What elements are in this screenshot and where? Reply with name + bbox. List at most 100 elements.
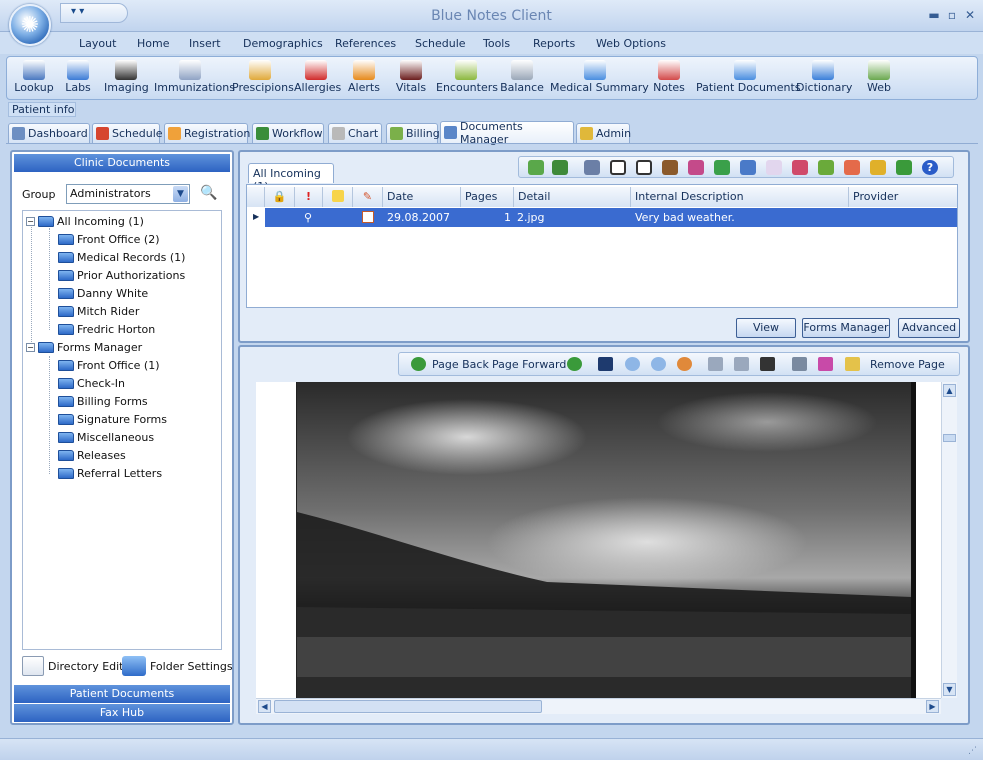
- print-icon[interactable]: [708, 357, 723, 371]
- tree-node[interactable]: Mitch Rider: [58, 302, 139, 320]
- folder-settings-button[interactable]: Folder Settings: [122, 656, 233, 676]
- column-pages[interactable]: Pages: [461, 187, 514, 207]
- note-icon[interactable]: [844, 160, 860, 175]
- tab-registration[interactable]: Registration: [164, 123, 250, 143]
- app-orb-button[interactable]: ✺: [9, 4, 51, 46]
- search-icon[interactable]: 🔍: [200, 185, 218, 203]
- copy-page-icon[interactable]: [792, 357, 807, 371]
- refresh-icon[interactable]: [896, 160, 912, 175]
- books-icon[interactable]: [792, 160, 808, 175]
- tree-node[interactable]: Billing Forms: [58, 392, 148, 410]
- web-button[interactable]: Web: [862, 58, 896, 98]
- alerts-button[interactable]: Alerts: [346, 58, 382, 98]
- forms-manager-button[interactable]: Forms Manager: [802, 318, 890, 338]
- close-button[interactable]: ✕: [962, 8, 978, 22]
- scroll-right-icon[interactable]: ▶: [926, 700, 939, 713]
- scanner-icon[interactable]: [584, 160, 600, 175]
- directory-edit-button[interactable]: Directory Edit: [22, 656, 124, 676]
- medical-summary-button[interactable]: Medical Summary: [550, 58, 649, 98]
- chevron-down-icon[interactable]: ▼: [173, 186, 188, 202]
- import-icon[interactable]: [528, 160, 544, 175]
- vertical-scroll-thumb[interactable]: [943, 434, 956, 442]
- tree-node[interactable]: Front Office (2): [58, 230, 160, 248]
- paste-page-icon[interactable]: [818, 357, 833, 371]
- check-icon[interactable]: [818, 160, 834, 175]
- allergies-button[interactable]: Allergies: [294, 58, 341, 98]
- image-icon[interactable]: [598, 357, 613, 371]
- clinic-documents-header[interactable]: Clinic Documents: [14, 154, 230, 172]
- barcode-icon[interactable]: [760, 357, 775, 371]
- eraser-icon[interactable]: [766, 160, 782, 175]
- menu-insert[interactable]: Insert: [189, 37, 221, 50]
- column-detail[interactable]: Detail: [514, 187, 631, 207]
- menu-tools[interactable]: Tools: [483, 37, 510, 50]
- scroll-down-icon[interactable]: ▼: [943, 683, 956, 696]
- menu-home[interactable]: Home: [137, 37, 169, 50]
- vitals-button[interactable]: Vitals: [394, 58, 428, 98]
- tag-icon[interactable]: [688, 160, 704, 175]
- lock-icon[interactable]: 🔒: [265, 187, 295, 207]
- page-forward-button[interactable]: Page Forward: [492, 358, 566, 371]
- vertical-scrollbar[interactable]: ▲ ▼: [941, 382, 957, 698]
- tree-node[interactable]: Prior Authorizations: [58, 266, 185, 284]
- tab-all-incoming[interactable]: All Incoming (1): [248, 163, 334, 193]
- help-icon[interactable]: ?: [922, 160, 938, 175]
- pen-icon[interactable]: [662, 160, 678, 175]
- split-horizontal-icon[interactable]: [636, 160, 652, 175]
- tree-node[interactable]: Referral Letters: [58, 464, 162, 482]
- tab-dashboard[interactable]: Dashboard: [8, 123, 90, 143]
- menu-schedule[interactable]: Schedule: [415, 37, 466, 50]
- view-button[interactable]: View: [736, 318, 796, 338]
- encounters-button[interactable]: Encounters: [436, 58, 498, 98]
- split-vertical-icon[interactable]: [610, 160, 626, 175]
- immunizations-button[interactable]: Immunizations: [154, 58, 235, 98]
- tab-admin[interactable]: Admin: [576, 123, 631, 143]
- imaging-button[interactable]: Imaging: [104, 58, 149, 98]
- menu-references[interactable]: References: [335, 37, 396, 50]
- tab-workflow[interactable]: Workflow: [252, 123, 324, 143]
- menu-demographics[interactable]: Demographics: [243, 37, 323, 50]
- lookup-button[interactable]: Lookup: [14, 58, 54, 98]
- collapse-icon[interactable]: −: [26, 342, 35, 352]
- resize-grip-icon[interactable]: ⋰: [968, 746, 977, 756]
- zoom-out-icon[interactable]: [651, 357, 666, 371]
- tree-node[interactable]: Danny White: [58, 284, 148, 302]
- tab-chart[interactable]: Chart: [328, 123, 382, 143]
- notes-button[interactable]: Notes: [650, 58, 688, 98]
- fax-hub-section[interactable]: Fax Hub: [14, 704, 230, 722]
- column-date[interactable]: Date: [383, 187, 461, 207]
- remove-page-icon[interactable]: [845, 357, 860, 371]
- tree-node[interactable]: Miscellaneous: [58, 428, 154, 446]
- patient-info-tab[interactable]: Patient info: [8, 102, 76, 117]
- patient-documents-button[interactable]: Patient Documents: [696, 58, 801, 98]
- arrow-left-icon[interactable]: [411, 357, 426, 371]
- stats-icon[interactable]: [740, 160, 756, 175]
- note-icon[interactable]: [323, 187, 353, 207]
- attachment-icon[interactable]: ✎: [353, 187, 383, 207]
- tree-node[interactable]: Check-In: [58, 374, 125, 392]
- tab-billing[interactable]: Billing: [386, 123, 440, 143]
- tree-node[interactable]: Releases: [58, 446, 126, 464]
- horizontal-scroll-thumb[interactable]: [274, 700, 542, 713]
- export-icon[interactable]: [552, 160, 568, 175]
- page-back-button[interactable]: Page Back: [432, 358, 489, 371]
- horizontal-scrollbar[interactable]: ◀ ▶: [256, 698, 941, 714]
- dictionary-button[interactable]: Dictionary: [796, 58, 852, 98]
- scroll-up-icon[interactable]: ▲: [943, 384, 956, 397]
- scroll-left-icon[interactable]: ◀: [258, 700, 271, 713]
- lock-icon[interactable]: [870, 160, 886, 175]
- arrow-right-icon[interactable]: [567, 357, 582, 371]
- advanced-button[interactable]: Advanced: [898, 318, 960, 338]
- menu-layout[interactable]: Layout: [79, 37, 116, 50]
- tree-node[interactable]: Fredric Horton: [58, 320, 155, 338]
- balance-button[interactable]: Balance: [500, 58, 544, 98]
- tab-schedule[interactable]: Schedule: [92, 123, 163, 143]
- maximize-button[interactable]: ▫: [944, 8, 960, 22]
- zoom-in-icon[interactable]: [625, 357, 640, 371]
- minimize-button[interactable]: ▬: [926, 8, 942, 22]
- tab-documents-manager[interactable]: Documents Manager: [440, 120, 574, 146]
- menu-web-options[interactable]: Web Options: [596, 37, 666, 50]
- prescriptions-button[interactable]: Prescipions: [232, 58, 294, 98]
- patient-documents-section[interactable]: Patient Documents: [14, 685, 230, 703]
- priority-icon[interactable]: !: [295, 187, 323, 207]
